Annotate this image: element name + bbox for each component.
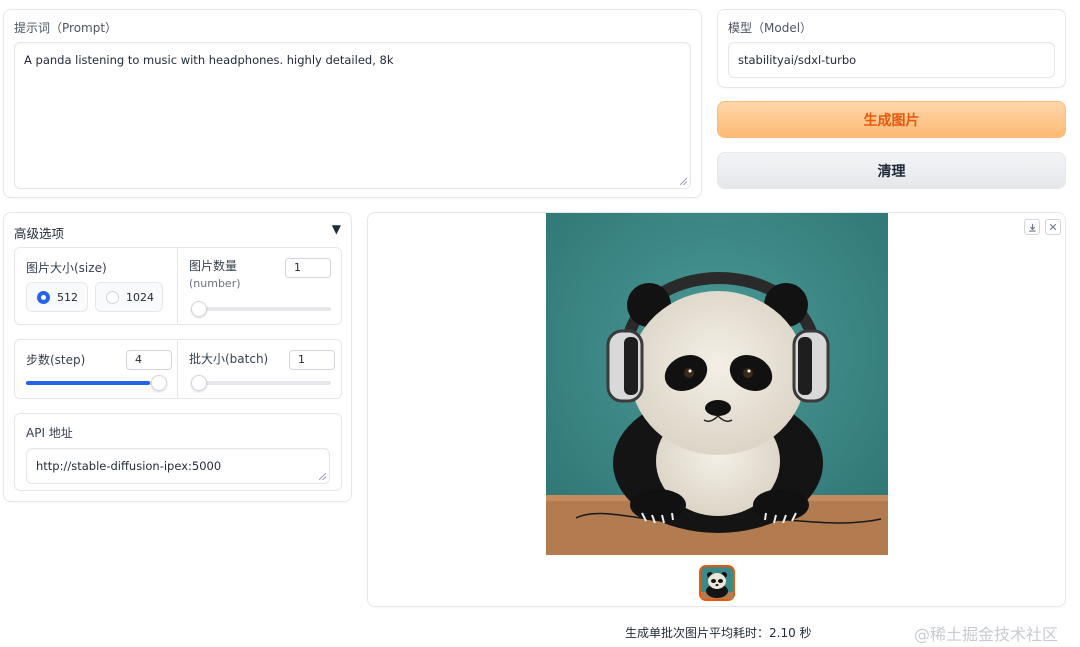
collapse-toggle-icon[interactable]: ▼ (332, 222, 341, 236)
radio-selected-icon (37, 290, 50, 304)
number-label-line2: (number) (189, 277, 241, 290)
batch-input[interactable]: 1 (289, 350, 335, 370)
model-label: 模型（Model） (728, 21, 813, 35)
number-slider-track[interactable] (191, 307, 331, 311)
watermark: @稀土掘金技术社区 (914, 625, 1059, 644)
number-input[interactable]: 1 (285, 258, 331, 278)
api-input[interactable]: http://stable-diffusion-ipex:5000 (26, 448, 330, 484)
batch-slider-track[interactable] (191, 381, 331, 385)
model-panel: 模型（Model） stabilityai/sdxl-turbo (717, 9, 1066, 88)
step-batch-group: 步数(step) 4 批大小(batch) 1 (14, 339, 342, 399)
resize-grip-icon[interactable] (319, 473, 326, 480)
generate-button[interactable]: 生成图片 (717, 101, 1066, 138)
radio-unselected-icon (106, 290, 119, 304)
batch-cell: 批大小(batch) 1 (179, 340, 341, 398)
size-option-1024[interactable]: 1024 (95, 282, 163, 312)
step-slider-fill (26, 381, 150, 385)
model-value: stabilityai/sdxl-turbo (738, 53, 857, 67)
model-input[interactable]: stabilityai/sdxl-turbo (728, 42, 1055, 78)
api-group: API 地址 http://stable-diffusion-ipex:5000 (14, 413, 342, 491)
number-label: 图片数量 (number) (189, 258, 241, 292)
size-label: 图片大小(size) (26, 261, 107, 275)
number-cell: 图片数量 (number) 1 (179, 248, 341, 324)
step-slider-thumb[interactable] (151, 375, 167, 391)
size-option-512[interactable]: 512 (26, 282, 88, 312)
api-label: API 地址 (26, 426, 73, 440)
prompt-label: 提示词（Prompt） (14, 21, 118, 35)
size-cell: 图片大小(size) 512 1024 (15, 248, 178, 324)
step-label: 步数(step) (26, 353, 86, 367)
gallery-panel (367, 212, 1066, 607)
close-icon[interactable] (1045, 219, 1061, 235)
api-value: http://stable-diffusion-ipex:5000 (36, 459, 222, 473)
advanced-options-panel: 高级选项 ▼ 图片大小(size) 512 1024 图片数量 (number)… (3, 212, 352, 502)
step-input[interactable]: 4 (126, 350, 172, 370)
status-text: 生成单批次图片平均耗时：2.10 秒 (625, 626, 812, 640)
size-option-512-label: 512 (57, 290, 78, 304)
advanced-options-title[interactable]: 高级选项 (14, 223, 64, 242)
number-slider-thumb[interactable] (191, 301, 207, 317)
batch-label: 批大小(batch) (189, 352, 269, 366)
download-icon[interactable] (1024, 219, 1040, 235)
generated-image[interactable] (546, 213, 888, 555)
thumbnail-image[interactable] (699, 565, 735, 601)
step-cell: 步数(step) 4 (15, 340, 178, 398)
prompt-textarea[interactable]: A panda listening to music with headphon… (14, 42, 691, 189)
resize-grip-icon[interactable] (680, 178, 687, 185)
size-option-1024-label: 1024 (126, 290, 154, 304)
clear-button[interactable]: 清理 (717, 152, 1066, 189)
batch-slider-thumb[interactable] (191, 375, 207, 391)
prompt-text: A panda listening to music with headphon… (24, 53, 394, 67)
size-number-group: 图片大小(size) 512 1024 图片数量 (number) 1 (14, 247, 342, 325)
number-label-line1: 图片数量 (189, 259, 238, 273)
prompt-panel: 提示词（Prompt） A panda listening to music w… (3, 9, 702, 198)
